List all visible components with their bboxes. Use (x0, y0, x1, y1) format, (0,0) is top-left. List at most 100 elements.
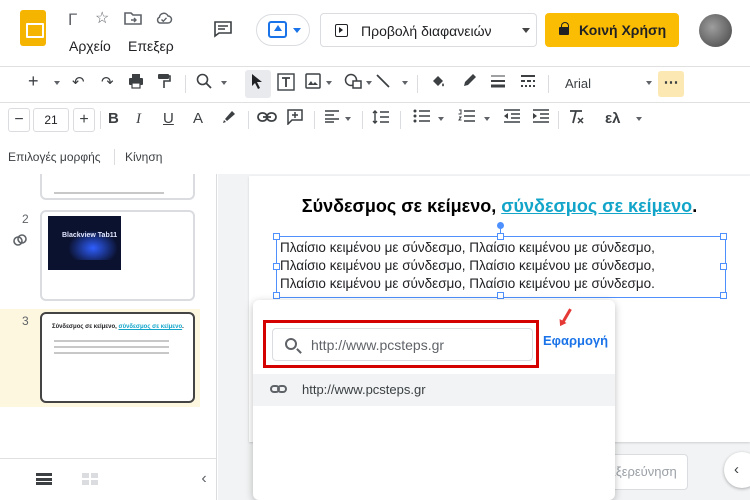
star-icon[interactable]: ☆ (95, 10, 109, 28)
menu-file[interactable]: Αρχείο (69, 38, 111, 54)
border-dash-icon[interactable] (520, 73, 536, 95)
slide-number: 2 (22, 212, 29, 226)
chevron-down-icon[interactable] (326, 81, 332, 85)
list-view-icon[interactable] (82, 473, 98, 485)
paint-format-icon[interactable] (157, 73, 171, 95)
resize-handle[interactable] (273, 292, 280, 299)
move-folder-icon[interactable] (124, 10, 142, 31)
rotate-handle[interactable] (497, 222, 504, 229)
print-icon[interactable] (128, 73, 144, 95)
chevron-down-icon[interactable] (646, 81, 652, 85)
comments-icon[interactable] (213, 20, 233, 43)
document-title[interactable]: Γ (68, 10, 77, 30)
increase-font-size-button[interactable]: + (73, 108, 95, 132)
annotation-arrow-icon (561, 308, 572, 324)
link-suggestion-url: http://www.pcsteps.gr (302, 382, 426, 397)
clear-formatting-icon[interactable] (568, 109, 584, 131)
more-options-button[interactable]: ⋯ (658, 71, 684, 97)
undo-icon[interactable]: ↶ (72, 73, 85, 93)
lock-icon (559, 22, 569, 35)
numbered-list-icon[interactable] (458, 109, 476, 129)
resize-handle[interactable] (273, 233, 280, 240)
link-suggestion[interactable]: http://www.pcsteps.gr (253, 374, 615, 406)
thumbnail-image: Blackview Tab11 (48, 216, 121, 270)
slide-number: 3 (22, 314, 29, 328)
chevron-down-icon[interactable] (438, 117, 444, 121)
menu-edit[interactable]: Επεξερ (128, 38, 174, 54)
insert-link-icon[interactable] (257, 109, 277, 129)
text-color-icon[interactable]: A (193, 109, 203, 129)
grid-view-icon[interactable] (36, 473, 52, 485)
underline-icon[interactable]: U (163, 109, 174, 129)
thumbnail-text-line (54, 192, 164, 194)
bulleted-list-icon[interactable] (413, 109, 431, 129)
shape-icon[interactable] (344, 73, 362, 95)
slides-logo-icon[interactable] (20, 10, 46, 46)
font-size-input[interactable]: 21 (33, 108, 69, 132)
chevron-down-icon[interactable] (484, 117, 490, 121)
apply-button[interactable]: Εφαρμογή (543, 333, 608, 348)
text-box-icon[interactable] (277, 73, 295, 97)
title-hyperlink[interactable]: σύνδεσμος σε κείμενο (501, 196, 692, 216)
slideshow-dropdown-button[interactable] (516, 13, 537, 47)
image-icon[interactable] (305, 73, 321, 95)
add-comment-icon[interactable] (287, 109, 303, 131)
fill-color-icon[interactable] (430, 73, 446, 95)
line-icon[interactable] (375, 73, 391, 95)
increase-indent-icon[interactable] (532, 109, 550, 129)
text-box-line: Πλαίσιο κειμένου με σύνδεσμο, Πλαίσιο κε… (280, 276, 655, 291)
text-box[interactable]: Πλαίσιο κειμένου με σύνδεσμο, Πλαίσιο κε… (273, 222, 727, 299)
toolbar-divider (248, 111, 249, 129)
link-url-input[interactable]: http://www.pcsteps.gr (272, 328, 533, 361)
resize-handle[interactable] (273, 263, 280, 270)
slide-thumbnail-3[interactable]: Σύνδεσμος σε κείμενο, σύνδεσμος σε κείμε… (40, 312, 195, 403)
text-box-line: Πλαίσιο κειμένου με σύνδεσμο, Πλαίσιο κε… (280, 240, 655, 255)
chevron-down-icon[interactable] (54, 81, 60, 85)
border-color-icon[interactable] (461, 73, 477, 95)
line-spacing-icon[interactable] (372, 109, 390, 131)
avatar[interactable] (699, 14, 732, 47)
toolbar-divider (314, 111, 315, 129)
input-tools-button[interactable]: ελ (605, 109, 620, 129)
link-badge-icon (12, 232, 28, 253)
border-weight-icon[interactable] (490, 73, 506, 95)
present-options-button[interactable] (256, 14, 310, 46)
zoom-icon[interactable] (196, 73, 212, 95)
slide-thumbnail-1[interactable] (40, 174, 195, 200)
italic-icon[interactable]: I (136, 109, 141, 129)
slideshow-button[interactable]: Προβολή διαφανειών (320, 13, 517, 47)
present-icon (268, 21, 287, 38)
chevron-down-icon[interactable] (402, 81, 408, 85)
resize-handle[interactable] (497, 233, 504, 240)
highlight-frame: http://www.pcsteps.gr (263, 320, 539, 368)
redo-icon[interactable]: ↷ (101, 73, 114, 93)
decrease-font-size-button[interactable]: − (8, 108, 30, 132)
highlight-color-icon[interactable] (221, 109, 237, 131)
link-icon (270, 384, 288, 395)
collapse-filmstrip-icon[interactable]: ‹ (194, 467, 214, 491)
bold-icon[interactable]: B (108, 109, 119, 129)
share-button[interactable]: Κοινή Χρήση (545, 13, 679, 47)
motion-button[interactable]: Κίνηση (125, 150, 162, 164)
toolbar-divider (185, 75, 186, 93)
decrease-indent-icon[interactable] (503, 109, 521, 129)
cloud-status-icon[interactable] (155, 10, 173, 31)
new-slide-icon[interactable]: + (28, 71, 39, 91)
toolbar-divider (100, 111, 101, 129)
resize-handle[interactable] (720, 263, 727, 270)
align-icon[interactable] (324, 109, 340, 129)
slide-title[interactable]: Σύνδεσμος σε κείμενο, σύνδεσμος σε κείμε… (249, 196, 750, 217)
resize-handle[interactable] (720, 233, 727, 240)
font-family-select[interactable]: Arial (565, 76, 591, 91)
chevron-down-icon[interactable] (636, 117, 642, 121)
format-options-button[interactable]: Επιλογές μορφής (8, 150, 101, 164)
resize-handle[interactable] (497, 292, 504, 299)
chevron-down-icon[interactable] (221, 81, 227, 85)
chevron-down-icon[interactable] (345, 117, 351, 121)
insert-link-popup: http://www.pcsteps.gr Εφαρμογή http://ww… (253, 300, 615, 500)
resize-handle[interactable] (720, 292, 727, 299)
slide-thumbnail-2[interactable]: Blackview Tab11 (40, 210, 195, 301)
select-cursor-icon[interactable] (251, 73, 263, 95)
side-panel-toggle-icon[interactable]: ‹ (724, 452, 750, 488)
chevron-down-icon[interactable] (366, 81, 372, 85)
